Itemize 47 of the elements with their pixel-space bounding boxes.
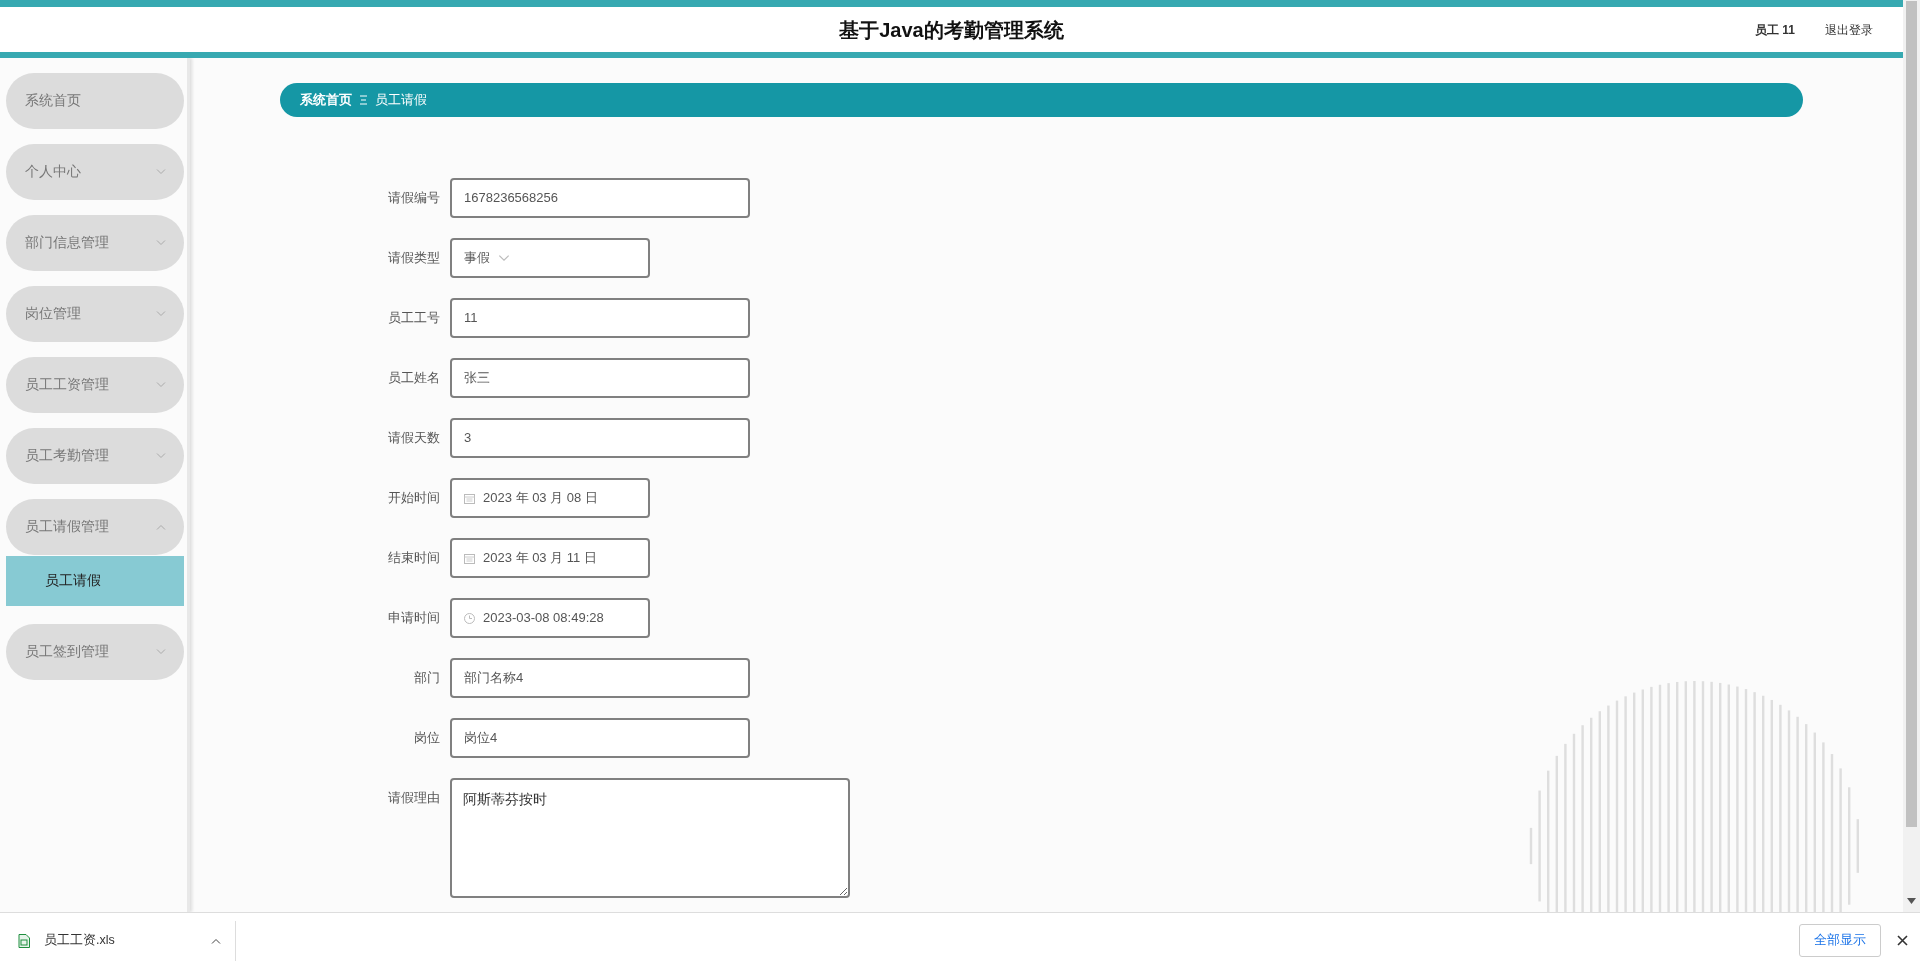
- download-item[interactable]: 员工工资.xls: [0, 920, 236, 961]
- chevron-down-icon: [156, 169, 166, 175]
- reason-textarea[interactable]: 阿斯蒂芬按时: [450, 778, 850, 898]
- chevron-up-icon: [156, 524, 166, 530]
- scrollbar-thumb[interactable]: [1906, 1, 1917, 827]
- field-label: 结束时间: [387, 549, 440, 567]
- field-label: 部门: [413, 669, 440, 687]
- input-field[interactable]: 11: [450, 298, 750, 338]
- scrollbar[interactable]: [1903, 0, 1920, 912]
- field-label: 岗位: [413, 729, 440, 747]
- clock-icon: [464, 612, 475, 624]
- field-label: 请假理由: [387, 789, 440, 807]
- field-label: 员工工号: [387, 309, 440, 327]
- app-title: 基于Java的考勤管理系统: [839, 18, 1064, 41]
- show-all-button[interactable]: 全部显示: [1799, 924, 1881, 957]
- chevron-down-icon: [156, 311, 166, 317]
- breadcrumb-link[interactable]: 系统首页: [300, 90, 352, 110]
- chevron-down-icon: [156, 240, 166, 246]
- field-label: 请假编号: [387, 189, 440, 207]
- chevron-down-icon: [156, 649, 166, 655]
- separator-icon: [360, 95, 367, 105]
- chevron-down-icon: [156, 453, 166, 459]
- input-field[interactable]: 1678236568256: [450, 178, 750, 218]
- date-field[interactable]: 2023 年 03 月 08 日: [450, 478, 650, 518]
- date-field[interactable]: 2023 年 03 月 11 日: [450, 538, 650, 578]
- chevron-down-icon: [498, 254, 510, 262]
- field-label: 开始时间: [387, 489, 440, 507]
- input-field[interactable]: 部门名称4: [450, 658, 750, 698]
- close-icon[interactable]: [1897, 935, 1908, 946]
- logout-link[interactable]: 退出登录: [1825, 20, 1873, 39]
- spreadsheet-file-icon: [18, 933, 30, 948]
- field-label: 请假类型: [387, 249, 440, 267]
- sidebar-subitem[interactable]: 员工请假: [6, 556, 184, 606]
- calendar-icon: [464, 492, 475, 504]
- chevron-down-icon: [156, 382, 166, 388]
- input-field[interactable]: 3: [450, 418, 750, 458]
- calendar-icon: [464, 552, 475, 564]
- field-label: 申请时间: [387, 609, 440, 627]
- input-field[interactable]: 岗位4: [450, 718, 750, 758]
- field-label: 请假天数: [387, 429, 440, 447]
- user-name: 员工 11: [1754, 21, 1795, 39]
- input-field[interactable]: 张三: [450, 358, 750, 398]
- caret-icon: [211, 937, 221, 944]
- select-field[interactable]: 事假: [450, 238, 650, 278]
- scroll-down-icon[interactable]: [1907, 898, 1916, 904]
- field-label: 员工姓名: [387, 369, 440, 387]
- date-field[interactable]: 2023-03-08 08:49:28: [450, 598, 650, 638]
